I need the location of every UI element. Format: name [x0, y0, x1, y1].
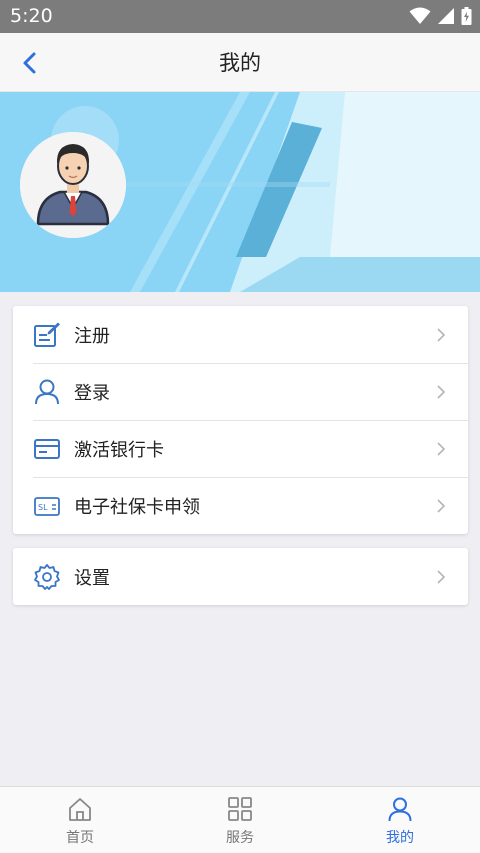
nav-label: 首页: [66, 830, 94, 846]
menu-item-login[interactable]: 登录: [13, 363, 468, 420]
wifi-icon: [409, 7, 431, 24]
menu-item-activate-bank-card[interactable]: 激活银行卡: [13, 420, 468, 477]
bank-card-icon: [34, 439, 60, 459]
chevron-right-icon: [437, 499, 446, 513]
nav-label: 服务: [226, 830, 254, 846]
page-title: 我的: [219, 51, 261, 75]
chevron-right-icon: [437, 385, 446, 399]
menu-item-settings[interactable]: 设置: [13, 548, 468, 605]
menu-item-label: 注册: [74, 326, 110, 347]
menu-item-social-security-card[interactable]: SL 电子社保卡申领: [13, 477, 468, 534]
menu-item-label: 电子社保卡申领: [74, 497, 200, 518]
user-icon: [35, 379, 59, 405]
chevron-right-icon: [437, 328, 446, 342]
home-icon: [69, 798, 91, 821]
nav-item-home[interactable]: 首页: [0, 787, 160, 853]
status-icons: [409, 7, 472, 25]
menu-card: 注册 登录 激活银行卡 SL 电子社保卡申领: [13, 306, 468, 534]
profile-banner: [0, 92, 480, 292]
nav-item-services[interactable]: 服务: [160, 787, 320, 853]
user-avatar-icon: [20, 132, 126, 238]
battery-icon: [461, 7, 472, 25]
social-security-card-icon: SL: [34, 497, 60, 516]
user-icon: [388, 797, 412, 822]
menu-item-label: 设置: [74, 568, 110, 589]
status-bar: 5:20: [0, 0, 480, 33]
svg-text:SL: SL: [38, 503, 48, 512]
edit-document-icon: [34, 322, 60, 347]
avatar[interactable]: [20, 132, 126, 238]
chevron-right-icon: [437, 442, 446, 456]
status-time: 5:20: [10, 5, 53, 27]
bottom-nav: 首页 服务 我的: [0, 786, 480, 853]
menu-item-label: 激活银行卡: [74, 440, 164, 461]
gear-icon: [34, 564, 60, 590]
menu-item-register[interactable]: 注册: [13, 306, 468, 363]
grid-icon: [228, 797, 252, 821]
nav-item-mine[interactable]: 我的: [320, 787, 480, 853]
chevron-right-icon: [437, 570, 446, 584]
nav-label: 我的: [386, 830, 414, 846]
signal-icon: [438, 8, 454, 24]
menu-item-label: 登录: [74, 383, 110, 404]
settings-card: 设置: [13, 548, 468, 605]
app-header: 我的: [0, 33, 480, 92]
